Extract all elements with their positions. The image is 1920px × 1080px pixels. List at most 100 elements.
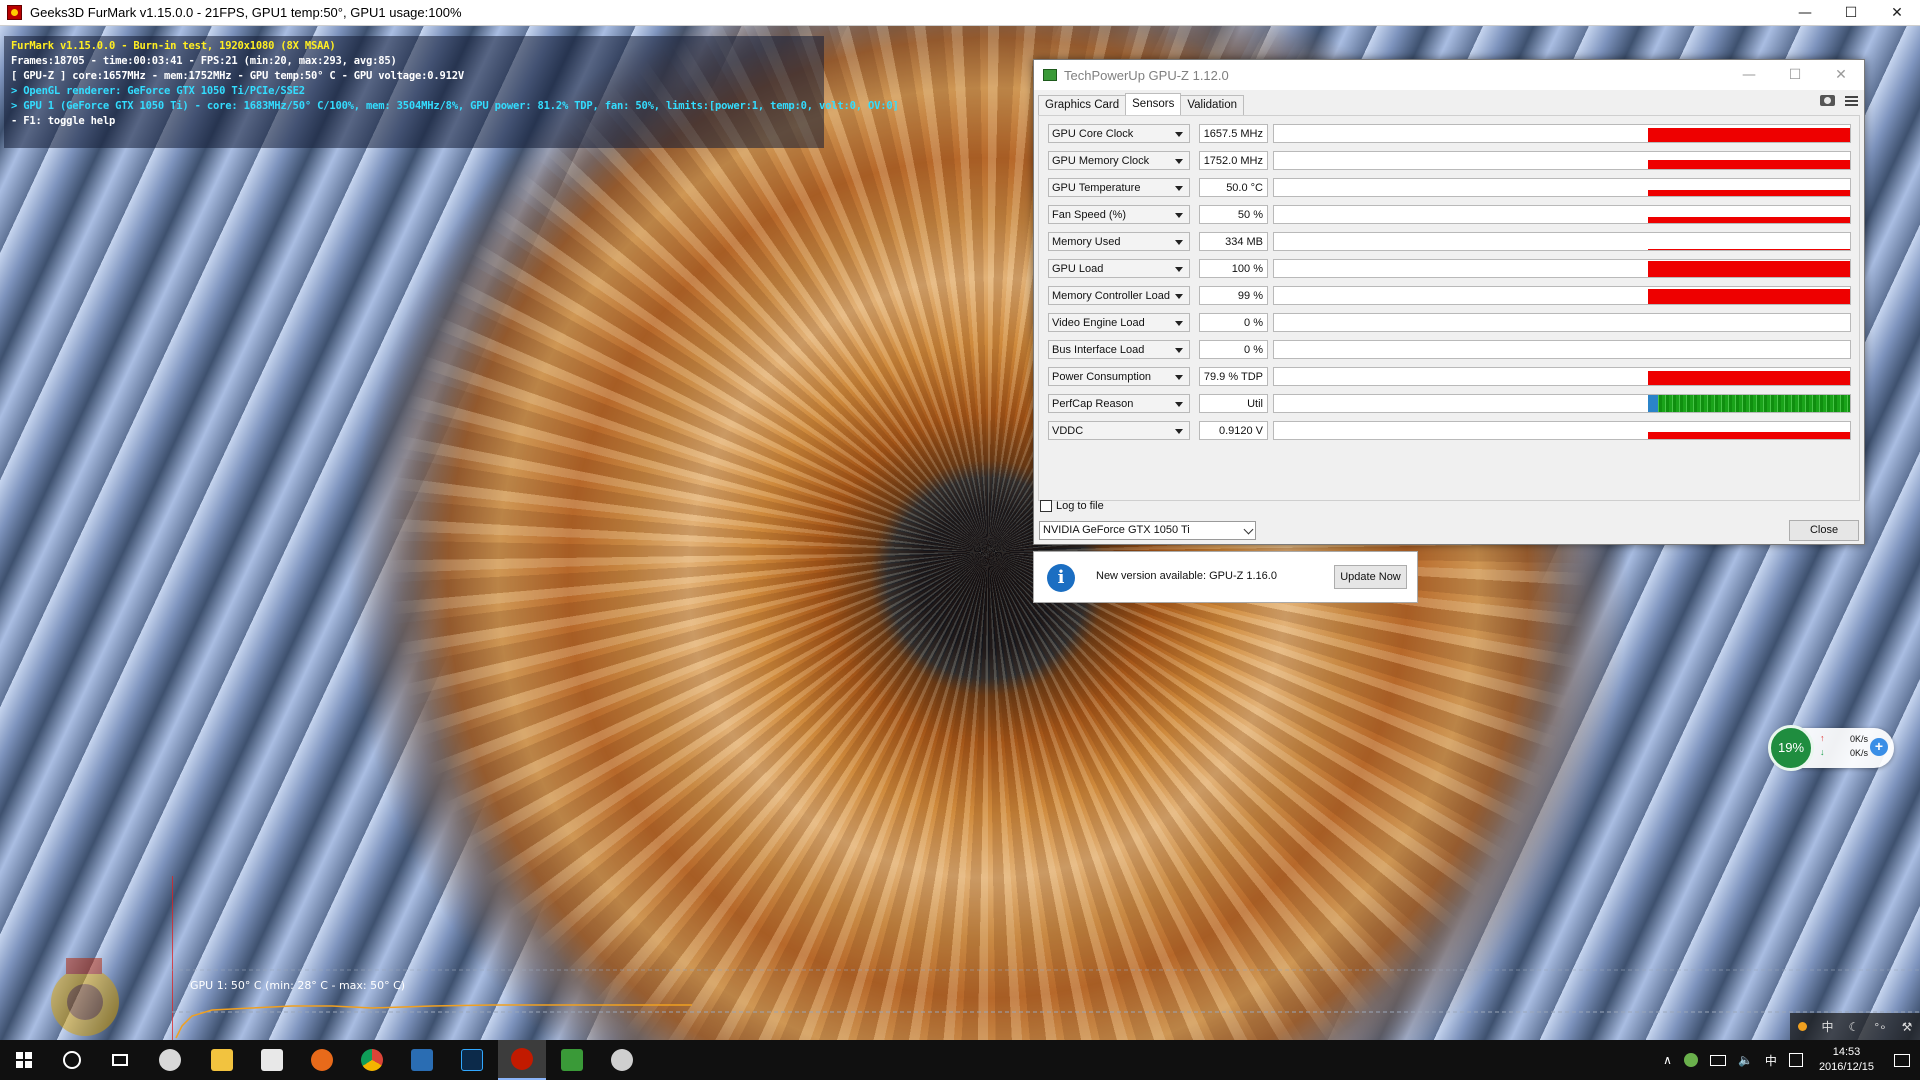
gpuz-window-title: TechPowerUp GPU-Z 1.12.0 <box>1064 67 1229 83</box>
sensor-name-dropdown[interactable]: GPU Memory Clock <box>1048 151 1190 170</box>
clock-date: 2016/12/15 <box>1818 1061 1874 1073</box>
speed-boost-icon[interactable]: + <box>1870 738 1888 756</box>
taskbar-app-furmark[interactable] <box>498 1040 546 1080</box>
chrome-icon <box>361 1049 383 1071</box>
sensor-name-dropdown[interactable]: Power Consumption <box>1048 367 1190 386</box>
network-speed-widget[interactable]: 19% ↑ ↓ 0K/s 0K/s + <box>1768 725 1894 771</box>
moon-icon[interactable]: ☾ <box>1849 1020 1860 1034</box>
action-center-icon[interactable] <box>1894 1053 1910 1067</box>
taskbar-app-explorer[interactable] <box>198 1040 246 1080</box>
sensor-value: 0 % <box>1199 340 1268 359</box>
download-speed: 0K/s <box>1849 748 1868 758</box>
folder-icon <box>211 1049 233 1071</box>
sensor-row: GPU Core Clock 1657.5 MHz <box>1048 124 1851 144</box>
taskbar-app-gpuz[interactable] <box>548 1040 596 1080</box>
gpuz-minimize-button[interactable]: — <box>1726 60 1772 90</box>
search-button[interactable] <box>48 1040 96 1080</box>
tab-graphics-card[interactable]: Graphics Card <box>1038 95 1127 115</box>
sensor-graph-fill <box>1648 249 1850 250</box>
punctuation-icon[interactable]: °∘ <box>1874 1020 1886 1034</box>
taskbar-app-store[interactable] <box>248 1040 296 1080</box>
cpu-usage-ring[interactable]: 19% <box>1768 725 1814 771</box>
volume-icon[interactable]: 🔈 <box>1738 1053 1753 1067</box>
taskbar-app-firefox[interactable] <box>298 1040 346 1080</box>
gpu-temperature-graph <box>172 876 1920 1040</box>
sensor-graph-fill <box>1648 190 1850 196</box>
tray-overflow-icon[interactable]: ∧ <box>1663 1053 1672 1067</box>
task-view-button[interactable] <box>96 1040 144 1080</box>
gpuz-title-bar[interactable]: TechPowerUp GPU-Z 1.12.0 — ☐ ✕ <box>1034 60 1864 90</box>
temp-graph-label: GPU 1: 50° C (min: 28° C - max: 50° C) <box>190 979 406 992</box>
sensor-value: 0.9120 V <box>1199 421 1268 440</box>
taskbar-app-pinwheel[interactable] <box>146 1040 194 1080</box>
sensor-value: 50.0 °C <box>1199 178 1268 197</box>
start-button[interactable] <box>0 1040 48 1080</box>
sensor-name-dropdown[interactable]: Memory Used <box>1048 232 1190 251</box>
tab-validation[interactable]: Validation <box>1180 95 1244 115</box>
tab-sensors[interactable]: Sensors <box>1125 93 1182 115</box>
camera-icon[interactable] <box>1820 95 1835 106</box>
wrench-icon[interactable]: ⚒ <box>1902 1020 1913 1034</box>
upload-arrow-icon: ↑ <box>1820 733 1825 743</box>
input-language-icon[interactable]: 中 <box>1765 1052 1777 1069</box>
sensor-row: GPU Temperature 50.0 °C <box>1048 178 1851 198</box>
sensor-graph <box>1273 367 1851 386</box>
taskbar-app-editor[interactable] <box>398 1040 446 1080</box>
sensor-value: 100 % <box>1199 259 1268 278</box>
sensor-name-dropdown[interactable]: Memory Controller Load <box>1048 286 1190 305</box>
sensor-name-dropdown[interactable]: Fan Speed (%) <box>1048 205 1190 224</box>
sensor-name-dropdown[interactable]: GPU Temperature <box>1048 178 1190 197</box>
taskbar: ∧ 🔈 中 14:53 2016/12/15 <box>0 1040 1920 1080</box>
close-button[interactable]: ✕ <box>1874 0 1920 26</box>
chevron-down-icon <box>1243 524 1254 535</box>
gpuz-window: TechPowerUp GPU-Z 1.12.0 — ☐ ✕ Graphics … <box>1033 59 1865 545</box>
minimize-button[interactable]: — <box>1782 0 1828 26</box>
sensor-value: 99 % <box>1199 286 1268 305</box>
sensor-value: Util <box>1199 394 1268 413</box>
task-view-icon <box>112 1054 128 1066</box>
gpuz-maximize-button[interactable]: ☐ <box>1772 60 1818 90</box>
sensor-value: 0 % <box>1199 313 1268 332</box>
maximize-button[interactable]: ☐ <box>1828 0 1874 26</box>
furmark-title-bar[interactable]: Geeks3D FurMark v1.15.0.0 - 21FPS, GPU1 … <box>0 0 1920 26</box>
sensor-value: 1657.5 MHz <box>1199 124 1268 143</box>
sensor-name-dropdown[interactable]: GPU Load <box>1048 259 1190 278</box>
gpuz-close-button-bottom[interactable]: Close <box>1789 520 1859 541</box>
sensor-row: Video Engine Load 0 % <box>1048 313 1851 333</box>
update-now-button[interactable]: Update Now <box>1334 565 1407 589</box>
clock[interactable]: 14:53 2016/12/15 <box>1819 1045 1874 1075</box>
sensor-row: GPU Memory Clock 1752.0 MHz <box>1048 151 1851 171</box>
sensor-graph-fill <box>1648 371 1850 385</box>
sensor-graph <box>1273 313 1851 332</box>
sensor-row: Memory Controller Load 99 % <box>1048 286 1851 306</box>
network-icon[interactable] <box>1709 1054 1726 1066</box>
info-icon: i <box>1047 564 1075 592</box>
taskbar-app-chrome[interactable] <box>348 1040 396 1080</box>
taskbar-app-photoshop[interactable] <box>448 1040 496 1080</box>
sensor-name-dropdown[interactable]: Video Engine Load <box>1048 313 1190 332</box>
sensor-name-dropdown[interactable]: GPU Core Clock <box>1048 124 1190 143</box>
gpu-select-dropdown[interactable]: NVIDIA GeForce GTX 1050 Ti <box>1039 521 1256 540</box>
input-method-bar: 中 ☾ °∘ ⚒ <box>1790 1013 1920 1040</box>
taskbar-app-tool[interactable] <box>598 1040 646 1080</box>
gpuz-close-button[interactable]: ✕ <box>1818 60 1864 90</box>
tray-app-icon[interactable] <box>1683 1053 1698 1067</box>
sensor-row: Memory Used 334 MB <box>1048 232 1851 252</box>
sensor-row: PerfCap Reason Util <box>1048 394 1851 414</box>
firefox-icon <box>311 1049 333 1071</box>
furmark-logo <box>51 958 119 1036</box>
ime-language-icon[interactable]: 中 <box>1822 1018 1834 1035</box>
menu-icon[interactable] <box>1845 95 1858 106</box>
upload-speed: 0K/s <box>1849 734 1868 744</box>
sensor-name-dropdown[interactable]: VDDC <box>1048 421 1190 440</box>
sensor-graph-fill <box>1648 289 1850 304</box>
log-to-file-checkbox[interactable] <box>1040 500 1052 512</box>
osd-frames-line: Frames:18705 - time:00:03:41 - FPS:21 (m… <box>11 55 397 67</box>
status-dot-icon <box>1797 1022 1807 1031</box>
sensor-row: GPU Load 100 % <box>1048 259 1851 279</box>
gpuz-taskbar-icon <box>561 1049 583 1071</box>
sensor-name-dropdown[interactable]: PerfCap Reason <box>1048 394 1190 413</box>
sensor-name-dropdown[interactable]: Bus Interface Load <box>1048 340 1190 359</box>
pinwheel-app-icon <box>159 1049 181 1071</box>
action-checkbox-icon[interactable] <box>1788 1053 1803 1067</box>
